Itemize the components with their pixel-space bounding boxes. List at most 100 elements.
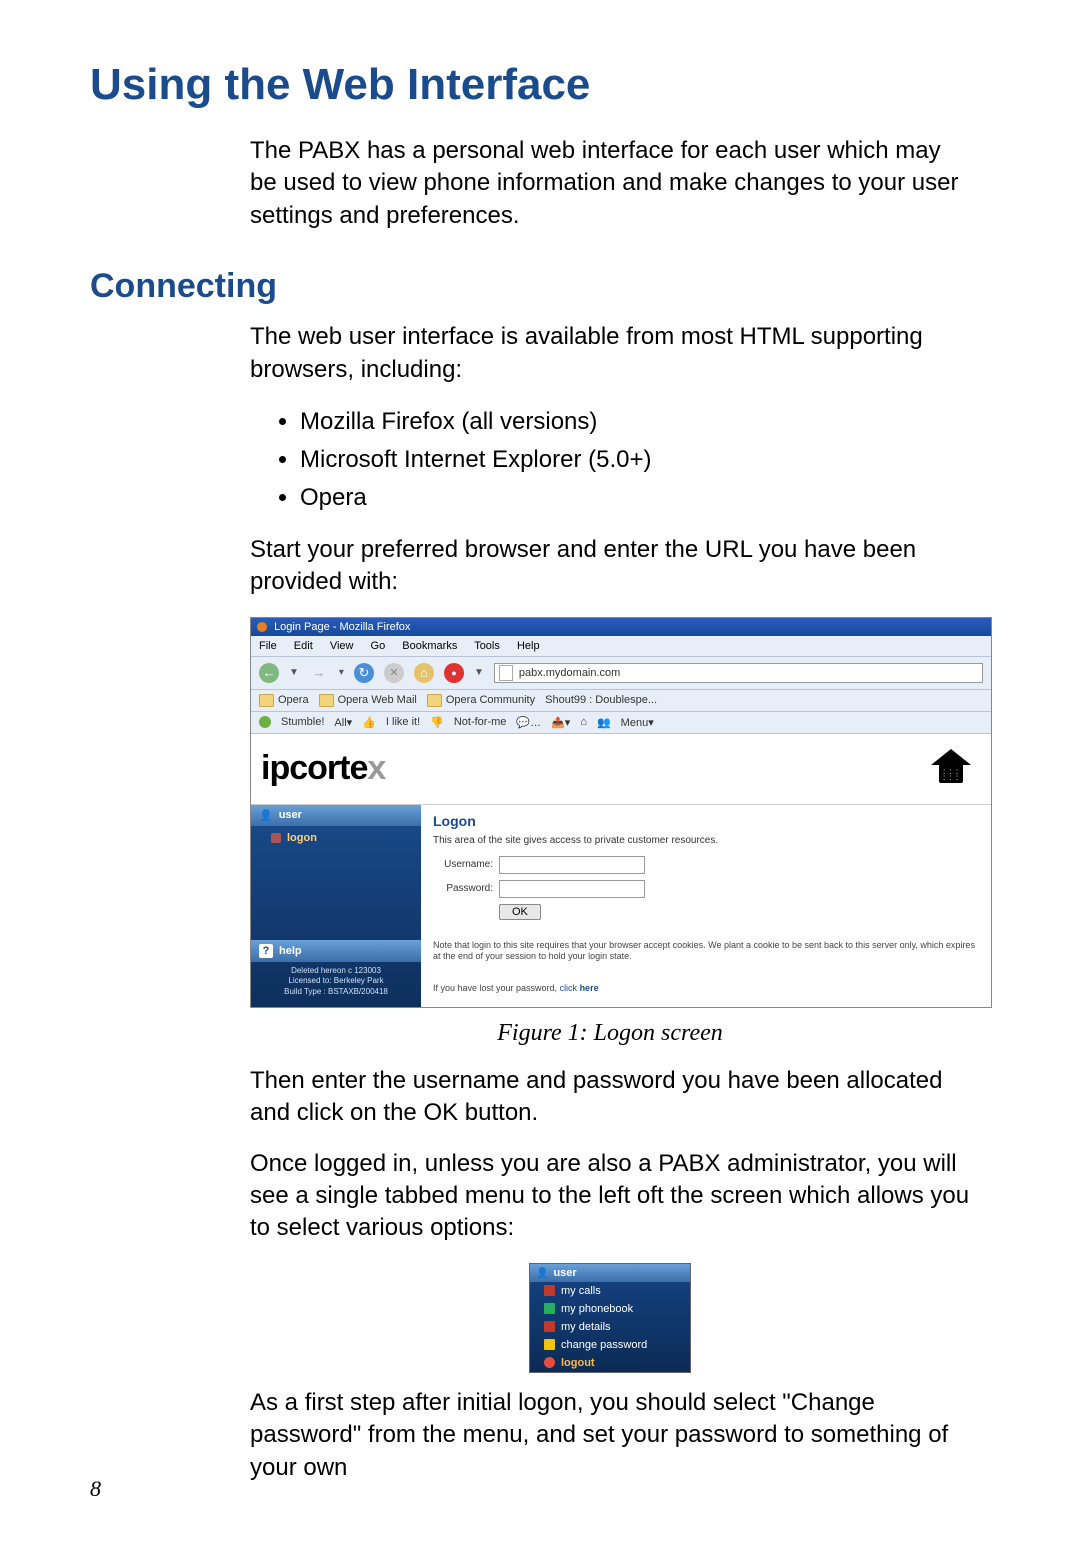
bookmark-opera-community[interactable]: Opera Community <box>427 694 535 707</box>
sidebar-item-logon[interactable]: logon <box>251 826 421 850</box>
connecting-paragraph-2: Start your preferred browser and enter t… <box>250 534 970 599</box>
figure1-caption: Figure 1: Logon screen <box>250 1020 970 1047</box>
connecting-heading: Connecting <box>90 267 980 306</box>
menu-item-label: my phonebook <box>561 1303 633 1315</box>
menu-item-my-phonebook[interactable]: my phonebook <box>530 1300 690 1318</box>
lost-password-note: If you have lost your password, click he… <box>433 983 979 995</box>
phonebook-icon <box>544 1303 555 1314</box>
share-icon[interactable]: 📤▾ <box>551 716 570 729</box>
page-title: Using the Web Interface <box>90 60 980 110</box>
record-icon[interactable] <box>444 663 464 683</box>
login-main: Logon This area of the site gives access… <box>421 805 991 1007</box>
content-header: ipcortex : : :: : : <box>251 734 991 805</box>
user-menu-head-label: user <box>553 1267 576 1279</box>
thumbs-up-icon[interactable]: 👍 <box>362 716 376 729</box>
username-input[interactable] <box>499 856 645 874</box>
menu-bookmarks[interactable]: Bookmarks <box>402 640 457 652</box>
post-fig1-paragraph-1: Then enter the username and password you… <box>250 1065 970 1130</box>
url-text: pabx.mydomain.com <box>519 667 621 679</box>
username-label: Username: <box>433 859 493 870</box>
menu-tools[interactable]: Tools <box>474 640 500 652</box>
menu-go[interactable]: Go <box>371 640 386 652</box>
friends-icon[interactable]: 👥 <box>597 716 611 729</box>
bookmark-opera-webmail[interactable]: Opera Web Mail <box>319 694 417 707</box>
intro-paragraph: The PABX has a personal web interface fo… <box>250 135 970 232</box>
password-label: Password: <box>433 883 493 894</box>
stumble-like[interactable]: I like it! <box>386 716 420 728</box>
bookmark-shout99[interactable]: Shout99 : Doublespe... <box>545 694 657 706</box>
help-icon: ? <box>259 944 273 958</box>
thumbs-down-icon[interactable]: 👎 <box>430 716 444 729</box>
user-menu-head[interactable]: user <box>530 1264 690 1282</box>
browser-list: Mozilla Firefox (all versions) Microsoft… <box>250 404 970 516</box>
ok-button[interactable]: OK <box>499 904 541 920</box>
nav-toolbar: ▼ ▾ ▼ pabx.mydomain.com <box>251 657 991 690</box>
menu-edit[interactable]: Edit <box>294 640 313 652</box>
bookmark-label: Opera Community <box>446 694 535 706</box>
menu-item-label: my details <box>561 1321 611 1333</box>
sidebar-item-label: logon <box>287 832 317 844</box>
list-item: Microsoft Internet Explorer (5.0+) <box>300 442 970 478</box>
sidebar-head-label: help <box>279 945 302 957</box>
menu-item-label: my calls <box>561 1285 601 1297</box>
logon-screenshot: Login Page - Mozilla Firefox File Edit V… <box>250 617 992 1008</box>
stumble-all[interactable]: All▾ <box>334 716 352 729</box>
home-icon[interactable] <box>414 663 434 683</box>
bookmark-opera[interactable]: Opera <box>259 694 309 707</box>
menu-view[interactable]: View <box>330 640 354 652</box>
user-icon <box>259 809 273 822</box>
back-dropdown-icon[interactable]: ▼ <box>289 667 299 678</box>
menu-item-change-password[interactable]: change password <box>530 1336 690 1354</box>
speech-icon[interactable]: 💬… <box>516 716 541 729</box>
menu-item-my-details[interactable]: my details <box>530 1318 690 1336</box>
logon-icon <box>271 833 281 843</box>
stumble-button[interactable]: Stumble! <box>281 716 324 728</box>
forward-dropdown-icon[interactable]: ▾ <box>339 667 344 678</box>
menu-help[interactable]: Help <box>517 640 540 652</box>
bookmark-label: Opera <box>278 694 309 706</box>
bookmarks-toolbar: Opera Opera Web Mail Opera Community Sho… <box>251 690 991 712</box>
sidebar-head-help[interactable]: ? help <box>251 940 421 962</box>
stumble-not[interactable]: Not-for-me <box>454 716 507 728</box>
home2-icon[interactable]: ⌂ <box>580 716 587 728</box>
sidebar-head-user[interactable]: user <box>251 805 421 826</box>
folder-icon <box>259 694 274 707</box>
house-logo-icon: : : :: : : <box>931 749 971 789</box>
post-fig1-paragraph-2: Once logged in, unless you are also a PA… <box>250 1148 970 1245</box>
stumble-icon <box>259 716 271 728</box>
cookie-note: Note that login to this site requires th… <box>433 940 979 963</box>
stop-icon[interactable] <box>384 663 404 683</box>
password-input[interactable] <box>499 880 645 898</box>
login-sidebar: user logon ? help Deleted hereon c 12300… <box>251 805 421 1007</box>
back-icon[interactable] <box>259 663 279 683</box>
menu-item-label: change password <box>561 1339 647 1351</box>
menu-file[interactable]: File <box>259 640 277 652</box>
url-input[interactable]: pabx.mydomain.com <box>494 663 983 683</box>
sidebar-footer: Deleted hereon c 123003 Licensed to: Ber… <box>251 962 421 997</box>
forward-icon[interactable] <box>309 663 329 683</box>
key-icon <box>544 1339 555 1350</box>
logon-intro: This area of the site gives access to pr… <box>433 835 979 846</box>
folder-icon <box>427 694 442 707</box>
lost-password-link[interactable]: click here <box>560 983 599 993</box>
menu-item-my-calls[interactable]: my calls <box>530 1282 690 1300</box>
list-item: Mozilla Firefox (all versions) <box>300 404 970 440</box>
nav-dropdown-icon[interactable]: ▼ <box>474 667 484 678</box>
logon-heading: Logon <box>433 813 979 829</box>
page-icon <box>499 665 513 681</box>
menubar: File Edit View Go Bookmarks Tools Help <box>251 636 991 657</box>
logout-icon <box>544 1357 555 1368</box>
window-titlebar: Login Page - Mozilla Firefox <box>251 618 991 636</box>
firefox-icon <box>257 622 267 632</box>
reload-icon[interactable] <box>354 663 374 683</box>
post-fig2-paragraph: As a first step after initial logon, you… <box>250 1387 970 1484</box>
details-icon <box>544 1321 555 1332</box>
bookmark-label: Opera Web Mail <box>338 694 417 706</box>
menu-item-logout[interactable]: logout <box>530 1354 690 1372</box>
stumble-toolbar: Stumble! All▾ 👍 I like it! 👎 Not-for-me … <box>251 712 991 734</box>
connecting-paragraph-1: The web user interface is available from… <box>250 321 970 386</box>
folder-icon <box>319 694 334 707</box>
page-number: 8 <box>90 1476 101 1502</box>
stumble-menu[interactable]: Menu▾ <box>621 716 654 729</box>
menu-item-label: logout <box>561 1357 595 1369</box>
